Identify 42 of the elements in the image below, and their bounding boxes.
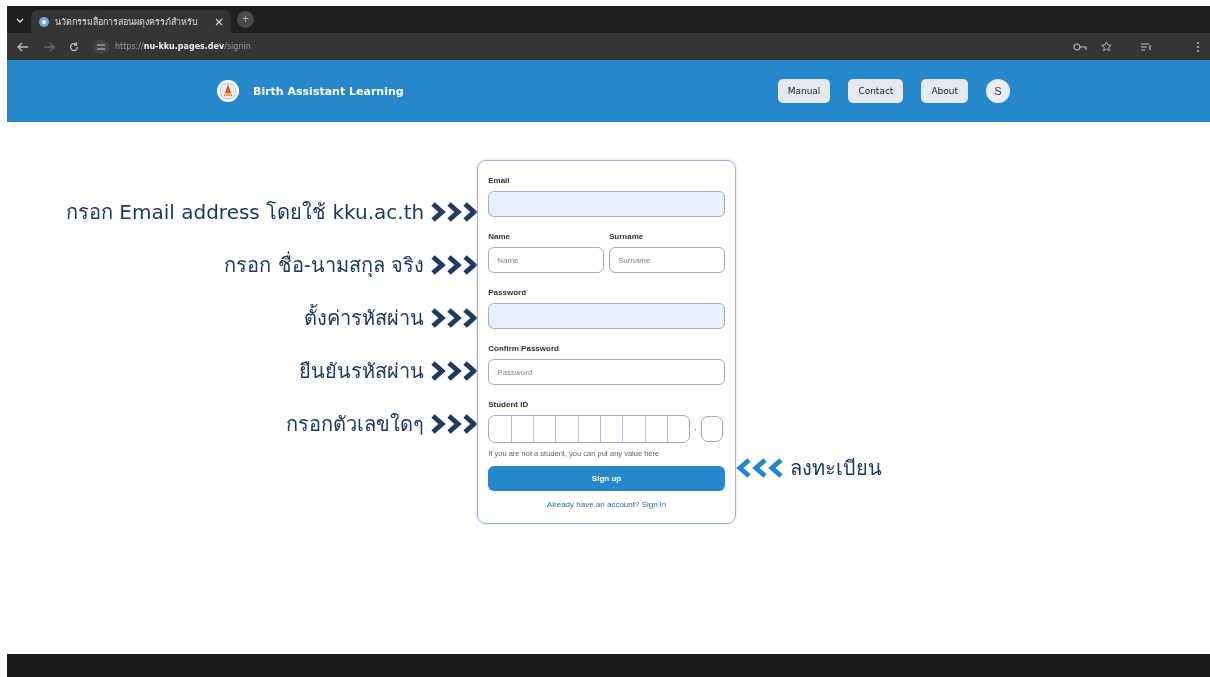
field-label: Surname <box>609 232 645 241</box>
annotation-text: ยืนยันรหัสผ่าน <box>299 357 425 385</box>
logo-icon[interactable] <box>217 80 239 102</box>
nav-button[interactable]: Manual <box>777 79 831 103</box>
check-digit-field[interactable] <box>700 416 723 442</box>
surname-field[interactable]: Surname <box>609 247 725 273</box>
url-text[interactable]: https://nu-kku.pages.dev/signin <box>115 42 251 51</box>
back-icon[interactable] <box>17 41 29 52</box>
confirm-password-field[interactable]: Password <box>488 359 725 385</box>
site-title[interactable]: Birth Assistant Learning <box>253 84 404 98</box>
site-settings-icon[interactable] <box>93 39 109 54</box>
signin-link[interactable]: Already have an account? Sign in <box>546 500 667 509</box>
password-field[interactable] <box>488 303 725 329</box>
star-icon[interactable] <box>1101 41 1112 52</box>
field-label: Email <box>488 176 511 185</box>
reload-icon[interactable] <box>69 41 79 52</box>
annotation-text: ตั้งค่ารหัสผ่าน <box>304 303 425 332</box>
site-icon <box>39 16 49 27</box>
close-icon[interactable] <box>215 17 223 26</box>
nav-button[interactable]: Contact <box>848 79 904 103</box>
signup-button[interactable]: Sign up <box>488 466 725 491</box>
annotation-text: ลงทะเบียน <box>789 455 882 482</box>
annotation-text: กรอก Email address โดยใช้ kku.ac.th <box>66 198 425 226</box>
name-field[interactable]: Name <box>488 247 604 273</box>
field-label: Student ID <box>488 400 530 409</box>
email-field[interactable] <box>488 191 725 217</box>
nav-button[interactable]: About <box>921 79 968 103</box>
separator-dot: · <box>694 424 697 434</box>
menu-icon[interactable] <box>1196 40 1200 53</box>
avatar-button[interactable]: S <box>986 79 1010 103</box>
tab-title: นวัตกรรมสื่อการสอนผดุงครรภ์สำหรับ <box>55 15 199 29</box>
annotation-text: กรอก ชื่อ-นามสกุล จริง <box>224 250 425 280</box>
new-tab-button[interactable]: + <box>237 11 254 28</box>
browser-tab[interactable]: นวัตกรรมสื่อการสอนผดุงครรภ์สำหรับ <box>31 10 231 33</box>
media-icon[interactable] <box>1140 41 1152 52</box>
annotation-text: กรอกตัวเลขใดๆ <box>286 410 425 438</box>
field-label: Password <box>488 288 527 297</box>
student-id-field[interactable] <box>488 415 691 443</box>
field-label: Confirm Password <box>488 344 560 353</box>
key-icon[interactable] <box>1073 42 1087 51</box>
forward-icon[interactable] <box>43 41 55 52</box>
field-label: Name <box>488 232 511 241</box>
